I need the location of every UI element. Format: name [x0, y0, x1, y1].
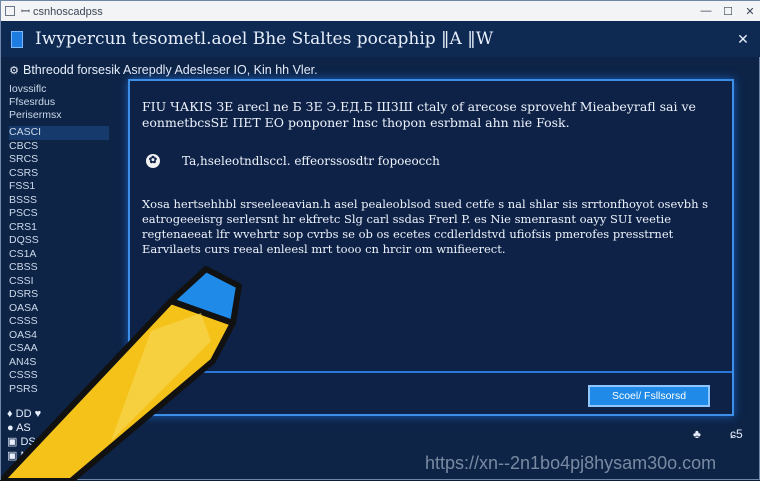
sidebar-item[interactable]: CSRS	[9, 167, 109, 181]
outer-window-title: ꟷ csnhoscadpss	[21, 5, 103, 18]
dialog-action-button[interactable]: Scoel/ Fsllsorsd	[588, 385, 710, 407]
sidebar-item[interactable]: OASA	[9, 302, 109, 316]
sidebar-item[interactable]: CS1A	[9, 248, 109, 262]
warning-dialog: FIU ЧАКIS ЗЕ arecl ne Б ЗЕ Э.ЕД.Б Ш3Ш ct…	[128, 79, 734, 416]
sidebar-item[interactable]: CSSI	[9, 275, 109, 289]
bottom-icon-row[interactable]: ▣ D⁠S	[7, 435, 127, 449]
sidebar-item[interactable]: BSSS	[9, 194, 109, 208]
app-icon	[11, 30, 23, 48]
dialog-note-text: Ta,hseleotndlsccl. effeorssosdtr fopoeoc…	[182, 154, 440, 168]
sidebar-item[interactable]: DQSS	[9, 234, 109, 248]
sidebar-item[interactable]: OAS4	[9, 329, 109, 343]
maximize-button[interactable]: ☐	[717, 5, 739, 18]
sidebar-item[interactable]: CBCS	[9, 140, 109, 154]
sidebar-item[interactable]: CASCI	[9, 126, 109, 140]
bottom-left-icons: ♦ DD ♥ ● A⁠S ▣ D⁠S ▣ N⁠S	[7, 407, 127, 479]
info-icon: ✿	[146, 154, 160, 168]
sidebar-item[interactable]: CSSS	[9, 369, 109, 383]
sidebar-header-line: Perisermsx	[9, 109, 62, 121]
outer-close-button[interactable]: ✕	[739, 5, 760, 18]
sidebar-item[interactable]: CSAA	[9, 342, 109, 356]
minimize-button[interactable]: —	[695, 5, 717, 17]
sidebar: Iovssiflc Ffsesrdus Perisermsx CASCI CBC…	[9, 83, 109, 403]
dialog-note: ✿ Ta,hseleotndlsccl. effeorssosdtr fopoe…	[146, 151, 706, 171]
bottom-icon-row[interactable]: ▣ N⁠S	[7, 449, 127, 463]
sidebar-item[interactable]: DSRS	[9, 288, 109, 302]
sidebar-item[interactable]: FSS1	[9, 180, 109, 194]
watermark-url: https://xn--2n1bo4pj8hysam30o.com	[425, 453, 717, 473]
sidebar-item[interactable]: CRS1	[9, 221, 109, 235]
sidebar-item[interactable]: AN4S	[9, 356, 109, 370]
app-title: Iwypercun tesometl.aoel Bhe Staltes poca…	[35, 29, 494, 49]
info-bar-text: Bthreodd forsesik Asrepdly Adesleser IO,…	[23, 63, 318, 77]
bottom-icon-row[interactable]: ♦ DD ♥	[7, 407, 127, 421]
sidebar-item[interactable]: CBSS	[9, 261, 109, 275]
app-title-bar: Iwypercun tesometl.aoel Bhe Staltes poca…	[1, 21, 760, 57]
tray-icon[interactable]: ♣	[693, 427, 701, 441]
sidebar-item[interactable]: CSSS	[9, 315, 109, 329]
gear-icon: ⚙	[9, 64, 19, 77]
bottom-icon-row[interactable]: ● A⁠S	[7, 421, 127, 435]
tray-label[interactable]: ɕ5	[730, 427, 743, 441]
sidebar-header-line: Ffsesrdus	[9, 96, 56, 108]
sidebar-header-line: Iovssiflc	[9, 83, 47, 95]
outer-title-bar: ꟷ csnhoscadpss — ☐ ✕	[1, 1, 760, 21]
dialog-body-text: Xosa hertsehhbl srseeleeavian.h asel pea…	[142, 197, 709, 256]
sidebar-item[interactable]: PSRS	[9, 383, 109, 397]
close-button[interactable]: ✕	[725, 31, 760, 48]
info-bar: ⚙ Bthreodd forsesik Asrepdly Adesleser I…	[1, 59, 760, 81]
sidebar-item[interactable]: PSCS	[9, 207, 109, 221]
dialog-content: FIU ЧАКIS ЗЕ arecl ne Б ЗЕ Э.ЕД.Б Ш3Ш ct…	[130, 81, 732, 373]
dialog-header-text: FIU ЧАКIS ЗЕ arecl ne Б ЗЕ Э.ЕД.Б Ш3Ш ct…	[142, 99, 696, 130]
sidebar-header: Iovssiflc Ffsesrdus Perisermsx	[9, 83, 109, 122]
app-window: ꟷ csnhoscadpss — ☐ ✕ Iwypercun tesometl.…	[0, 0, 760, 481]
sidebar-item[interactable]: SRCS	[9, 153, 109, 167]
window-icon	[5, 6, 15, 16]
